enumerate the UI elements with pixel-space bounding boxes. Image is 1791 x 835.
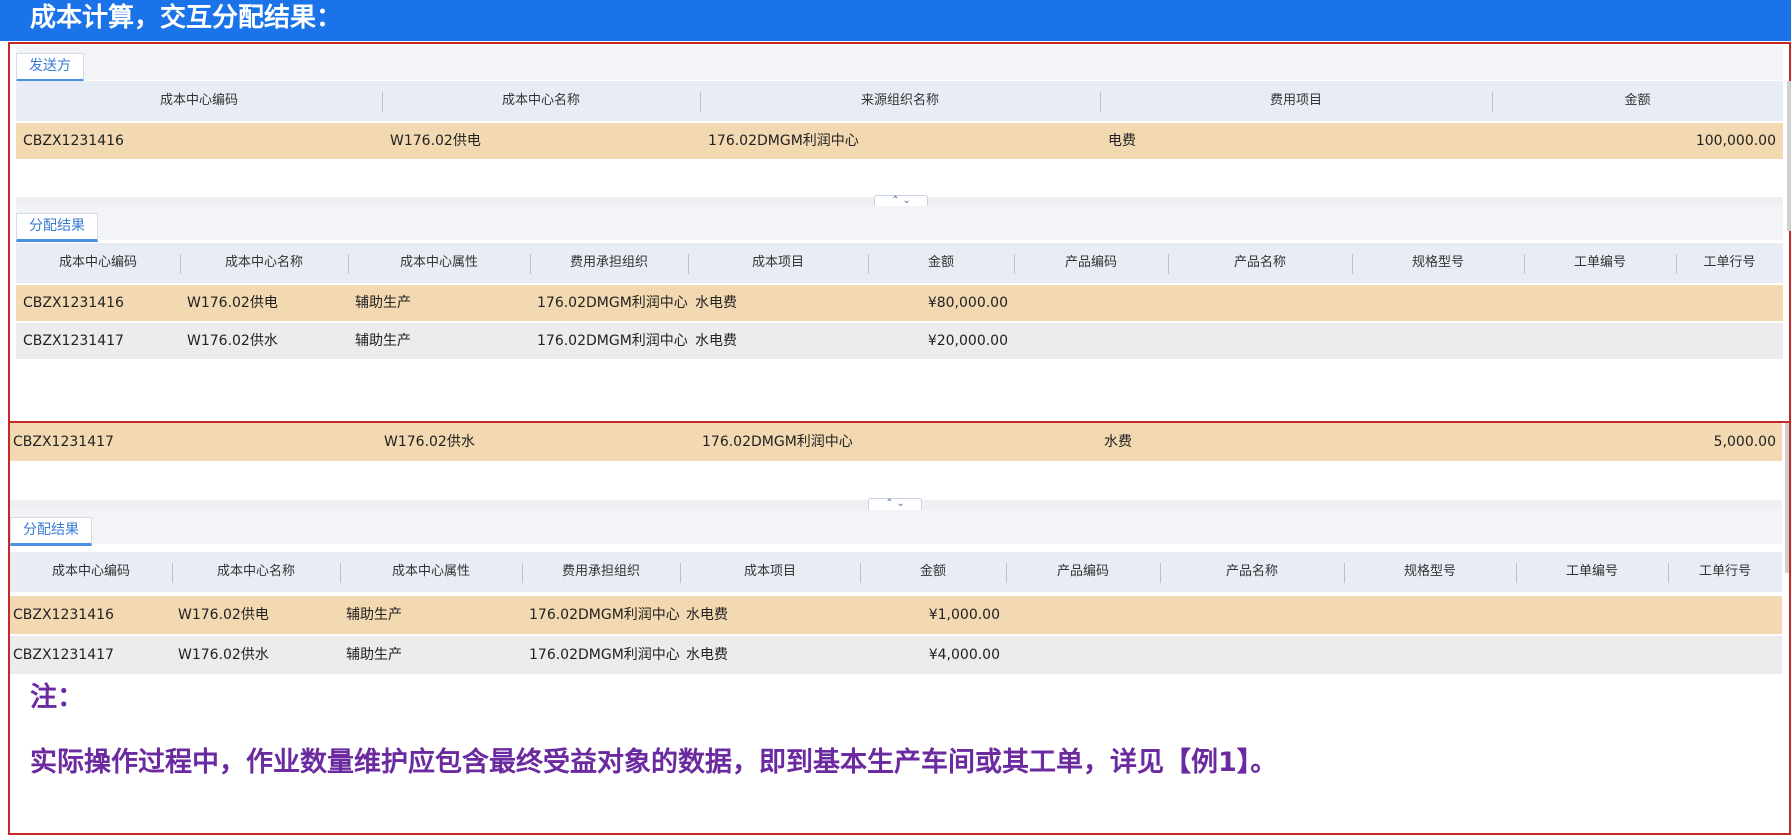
cell-name: W176.02供电: [178, 607, 269, 623]
note-text: 实际操作过程中，作业数量维护应包含最终受益对象的数据，即到基本生产车间或其工单，…: [30, 747, 1278, 778]
col-cost-center-code[interactable]: 成本中心编码: [16, 243, 180, 283]
note-label: 注：: [30, 682, 84, 713]
cell-org: 176.02DMGM利润中心: [708, 133, 859, 149]
cell-amount: ¥1,000.00: [928, 607, 1000, 623]
result-tabstrip: 分配结果: [16, 206, 1783, 242]
result-tabstrip: 分配结果: [10, 510, 1782, 546]
cell-org: 176.02DMGM利润中心: [702, 434, 853, 450]
vertical-scrollbar[interactable]: [1785, 423, 1789, 573]
cell-org: 176.02DMGM利润中心: [529, 647, 680, 663]
col-cost-center-attr[interactable]: 成本中心属性: [340, 552, 522, 592]
col-cost-center-attr[interactable]: 成本中心属性: [348, 243, 530, 283]
cell-amount: 5,000.00: [1713, 434, 1776, 450]
cell-name: W176.02供水: [384, 434, 475, 450]
cell-expense: 电费: [1108, 133, 1136, 149]
col-work-order-no[interactable]: 工单编号: [1524, 243, 1676, 283]
cell-cost-item: 水电费: [695, 333, 737, 349]
col-amount[interactable]: 金额: [1492, 81, 1783, 121]
table-row[interactable]: CBZX1231416 W176.02供电 辅助生产 176.02DMGM利润中…: [10, 596, 1782, 634]
tab-sender[interactable]: 发送方: [16, 53, 84, 82]
cell-org: 176.02DMGM利润中心: [537, 333, 688, 349]
result-table-header: 成本中心编码 成本中心名称 成本中心属性 费用承担组织 成本项目 金额 产品编码…: [16, 243, 1783, 283]
col-spec-model[interactable]: 规格型号: [1344, 552, 1516, 592]
cell-amount: ¥20,000.00: [927, 333, 1008, 349]
cell-name: W176.02供电: [390, 133, 481, 149]
table-row[interactable]: CBZX1231417 W176.02供水 辅助生产 176.02DMGM利润中…: [10, 636, 1782, 674]
table-row[interactable]: CBZX1231417 W176.02供水 176.02DMGM利润中心 水费 …: [10, 423, 1782, 461]
col-product-code[interactable]: 产品编码: [1014, 243, 1168, 283]
col-product-name[interactable]: 产品名称: [1160, 552, 1344, 592]
cell-amount: ¥80,000.00: [927, 295, 1008, 311]
result-table-header: 成本中心编码 成本中心名称 成本中心属性 费用承担组织 成本项目 金额 产品编码…: [10, 552, 1782, 592]
col-source-org[interactable]: 来源组织名称: [700, 81, 1100, 121]
cell-attr: 辅助生产: [346, 647, 402, 663]
col-amount[interactable]: 金额: [868, 243, 1014, 283]
table-row[interactable]: CBZX1231416 W176.02供电 176.02DMGM利润中心 电费 …: [16, 123, 1783, 159]
col-work-order-line[interactable]: 工单行号: [1676, 243, 1783, 283]
panel-splitter[interactable]: ⌃ ⌄: [10, 498, 1782, 512]
table-row[interactable]: CBZX1231417 W176.02供水 辅助生产 176.02DMGM利润中…: [16, 323, 1783, 359]
cell-code: CBZX1231417: [13, 647, 114, 663]
cell-name: W176.02供水: [187, 333, 278, 349]
table-row[interactable]: CBZX1231416 W176.02供电 辅助生产 176.02DMGM利润中…: [16, 285, 1783, 321]
tab-allocation-result[interactable]: 分配结果: [16, 213, 98, 242]
cell-code: CBZX1231416: [23, 133, 124, 149]
panel-top: 发送方 成本中心编码 成本中心名称 来源组织名称 费用项目 金额 CBZX123…: [8, 42, 1791, 424]
col-expense-item[interactable]: 费用项目: [1100, 81, 1492, 121]
col-bearing-org[interactable]: 费用承担组织: [530, 243, 688, 283]
cell-name: W176.02供电: [187, 295, 278, 311]
col-product-name[interactable]: 产品名称: [1168, 243, 1352, 283]
col-bearing-org[interactable]: 费用承担组织: [522, 552, 680, 592]
sender-table-header: 成本中心编码 成本中心名称 来源组织名称 费用项目 金额: [16, 81, 1783, 121]
col-spec-model[interactable]: 规格型号: [1352, 243, 1524, 283]
col-cost-center-name[interactable]: 成本中心名称: [382, 81, 700, 121]
col-cost-center-name[interactable]: 成本中心名称: [180, 243, 348, 283]
cell-cost-item: 水电费: [695, 295, 737, 311]
tab-allocation-result[interactable]: 分配结果: [10, 517, 92, 546]
title-bar: 成本计算，交互分配结果：: [0, 0, 1791, 41]
cell-amount: ¥4,000.00: [928, 647, 1000, 663]
cell-attr: 辅助生产: [355, 333, 411, 349]
col-cost-center-code[interactable]: 成本中心编码: [10, 552, 172, 592]
page-title: 成本计算，交互分配结果：: [30, 3, 343, 33]
col-cost-item[interactable]: 成本项目: [688, 243, 868, 283]
cell-org: 176.02DMGM利润中心: [537, 295, 688, 311]
sender-tabstrip: 发送方: [16, 46, 1783, 82]
col-amount[interactable]: 金额: [860, 552, 1006, 592]
cell-code: CBZX1231416: [13, 607, 114, 623]
cell-expense: 水费: [1104, 434, 1132, 450]
cell-code: CBZX1231417: [13, 434, 114, 450]
cell-attr: 辅助生产: [355, 295, 411, 311]
cell-cost-item: 水电费: [686, 647, 728, 663]
cell-amount: 100,000.00: [1695, 133, 1776, 149]
col-cost-item[interactable]: 成本项目: [680, 552, 860, 592]
cell-code: CBZX1231416: [23, 295, 124, 311]
col-cost-center-code[interactable]: 成本中心编码: [16, 81, 382, 121]
cell-attr: 辅助生产: [346, 607, 402, 623]
col-cost-center-name[interactable]: 成本中心名称: [172, 552, 340, 592]
cell-cost-item: 水电费: [686, 607, 728, 623]
col-work-order-line[interactable]: 工单行号: [1668, 552, 1782, 592]
col-product-code[interactable]: 产品编码: [1006, 552, 1160, 592]
cell-org: 176.02DMGM利润中心: [529, 607, 680, 623]
cell-code: CBZX1231417: [23, 333, 124, 349]
cell-name: W176.02供水: [178, 647, 269, 663]
vertical-scrollbar[interactable]: [1787, 81, 1791, 231]
col-work-order-no[interactable]: 工单编号: [1516, 552, 1668, 592]
